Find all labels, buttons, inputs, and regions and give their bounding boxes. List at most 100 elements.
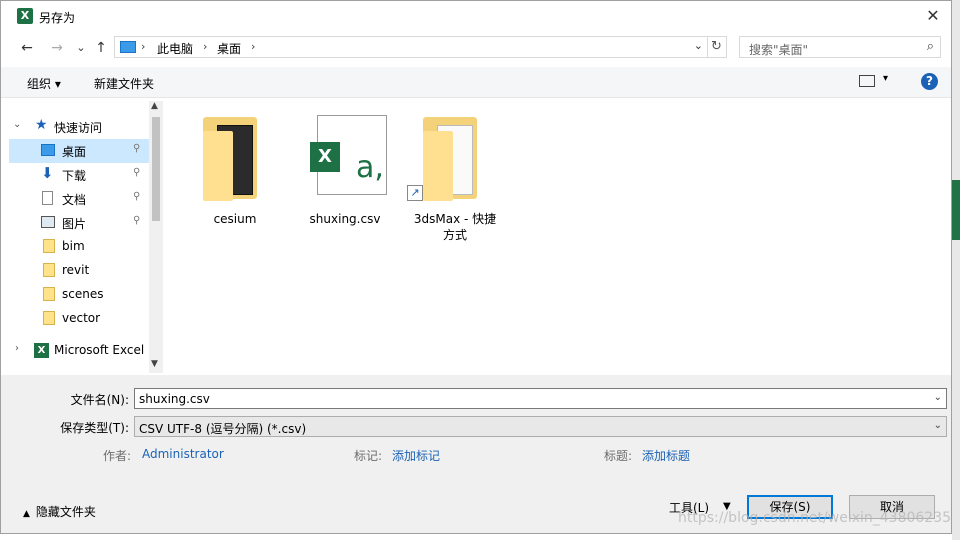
scrollbar-thumb[interactable] xyxy=(152,117,160,221)
excel-icon: X xyxy=(34,343,49,358)
file-name: cesium xyxy=(213,212,257,226)
navigation-bar: ← → ⌄ ↑ › 此电脑 › 桌面 › ⌄ ↻ 搜索"桌面" ⌕ xyxy=(1,34,951,62)
close-icon[interactable]: ✕ xyxy=(921,5,945,27)
star-icon: ★ xyxy=(35,117,48,133)
save-as-dialog: X 另存为 ✕ ← → ⌄ ↑ › 此电脑 › 桌面 › ⌄ ↻ 搜索"桌面" … xyxy=(0,0,952,534)
search-input[interactable]: 搜索"桌面" ⌕ xyxy=(739,36,941,58)
filename-label: 文件名(N): xyxy=(70,393,129,407)
sidebar-item-desktop[interactable]: 桌面 ⚲ xyxy=(9,139,149,163)
pin-icon: ⚲ xyxy=(133,191,141,202)
sidebar-item-quick-access[interactable]: ⌄ ★ 快速访问 xyxy=(9,115,149,139)
filetype-label: 保存类型(T): xyxy=(60,421,129,435)
title-bar: X 另存为 ✕ xyxy=(1,1,951,32)
refresh-icon[interactable]: ↻ xyxy=(707,36,727,58)
hide-folders-button[interactable]: ▲ 隐藏文件夹 xyxy=(23,503,96,520)
file-list: cesium X a, shuxing.csv ↗ 3dsMax - 快捷 方式 xyxy=(167,101,951,373)
new-folder-button[interactable]: 新建文件夹 xyxy=(94,75,154,92)
forward-arrow-icon[interactable]: → xyxy=(47,38,67,58)
breadcrumb-desktop[interactable]: 桌面 xyxy=(217,40,241,57)
shortcut-arrow-icon: ↗ xyxy=(407,185,423,201)
hide-folders-label: 隐藏文件夹 xyxy=(35,505,96,519)
author-label: 作者: xyxy=(103,449,132,463)
view-dropdown-icon[interactable]: ▾ xyxy=(883,73,888,84)
add-tags-link[interactable]: 添加标记 xyxy=(392,447,440,464)
view-options-icon[interactable] xyxy=(859,75,875,87)
sidebar-item-label: scenes xyxy=(62,287,104,301)
sidebar-item-bim[interactable]: bim xyxy=(9,235,149,259)
recent-locations-icon[interactable]: ⌄ xyxy=(71,38,91,58)
search-icon[interactable]: ⌕ xyxy=(927,39,934,54)
up-arrow-icon[interactable]: ↑ xyxy=(91,38,111,58)
filename-dropdown-icon[interactable]: ⌄ xyxy=(934,392,942,403)
csv-letter-icon: a, xyxy=(356,150,384,185)
this-pc-icon xyxy=(120,41,136,53)
filename-input[interactable]: shuxing.csv ⌄ xyxy=(134,388,947,409)
address-dropdown-icon[interactable]: ⌄ xyxy=(694,39,703,52)
back-arrow-icon[interactable]: ← xyxy=(17,38,37,58)
sidebar-item-documents[interactable]: 文档 ⚲ xyxy=(9,187,149,211)
breadcrumb-this-pc[interactable]: 此电脑 xyxy=(157,40,193,57)
file-item-shuxing-csv[interactable]: X a, shuxing.csv xyxy=(295,111,395,251)
collapse-chevron-icon[interactable]: ⌄ xyxy=(13,119,21,130)
filetype-dropdown-icon[interactable]: ⌄ xyxy=(934,420,942,431)
filetype-select[interactable]: CSV UTF-8 (逗号分隔) (*.csv) ⌄ xyxy=(134,416,947,437)
sidebar-item-vector[interactable]: vector xyxy=(9,307,149,331)
pin-icon: ⚲ xyxy=(133,215,141,226)
sidebar-item-label: 图片 xyxy=(62,217,87,231)
file-item-cesium[interactable]: cesium xyxy=(185,111,285,251)
help-icon[interactable]: ? xyxy=(921,73,938,90)
breadcrumb-separator-icon: › xyxy=(141,40,146,53)
watermark-text: https://blog.csdn.net/weixin_43806235 xyxy=(678,510,952,526)
sidebar-item-label: vector xyxy=(62,311,101,325)
file-name: shuxing.csv xyxy=(309,212,381,226)
sidebar-item-label: bim xyxy=(62,239,85,253)
file-item-3dsmax-shortcut[interactable]: ↗ 3dsMax - 快捷 方式 xyxy=(405,111,505,251)
author-link[interactable]: Administrator xyxy=(142,447,224,461)
pin-icon: ⚲ xyxy=(133,167,141,178)
organize-button[interactable]: 组织 ▾ xyxy=(27,75,61,92)
excel-app-icon: X xyxy=(17,8,33,24)
command-toolbar: 组织 ▾ 新建文件夹 ▾ ? xyxy=(1,67,951,98)
add-title-link[interactable]: 添加标题 xyxy=(642,447,690,464)
desktop-icon xyxy=(41,144,55,156)
address-bar[interactable]: › 此电脑 › 桌面 › ⌄ xyxy=(114,36,708,58)
screen: X 另存为 ✕ ← → ⌄ ↑ › 此电脑 › 桌面 › ⌄ ↻ 搜索"桌面" … xyxy=(0,0,960,540)
excel-badge-icon: X xyxy=(310,142,340,172)
background-window-strip xyxy=(952,0,960,540)
folder-icon xyxy=(43,239,55,253)
download-icon: ⬇ xyxy=(41,164,54,182)
file-name-line: 3dsMax - 快捷 xyxy=(413,212,497,226)
sidebar-item-label: 下载 xyxy=(62,169,87,183)
sidebar-item-revit[interactable]: revit xyxy=(9,259,149,283)
navigation-scrollbar[interactable]: ▲ ▼ xyxy=(149,101,163,373)
caret-up-icon: ▲ xyxy=(23,509,30,519)
folder-icon xyxy=(43,287,55,301)
csv-file-icon: X a, xyxy=(310,115,387,195)
sidebar-item-downloads[interactable]: ⬇ 下载 ⚲ xyxy=(9,163,149,187)
expand-chevron-icon[interactable]: › xyxy=(15,343,19,354)
sidebar-item-pictures[interactable]: 图片 ⚲ xyxy=(9,211,149,235)
breadcrumb-separator-icon: › xyxy=(251,40,256,53)
title-label: 标题: xyxy=(604,449,633,463)
file-name-line: 方式 xyxy=(442,228,467,242)
scroll-down-icon[interactable]: ▼ xyxy=(151,359,158,369)
tags-label: 标记: xyxy=(354,449,383,463)
scroll-up-icon[interactable]: ▲ xyxy=(151,101,158,111)
pin-icon: ⚲ xyxy=(133,143,141,154)
folder-icon xyxy=(203,117,261,201)
document-icon xyxy=(42,191,53,205)
sidebar-item-scenes[interactable]: scenes xyxy=(9,283,149,307)
file-name: 3dsMax - 快捷 方式 xyxy=(405,211,505,243)
folder-icon xyxy=(43,311,55,325)
folder-icon xyxy=(423,117,481,201)
filename-value: shuxing.csv xyxy=(139,392,210,406)
breadcrumb-separator-icon: › xyxy=(203,40,208,53)
sidebar-item-microsoft-excel[interactable]: › X Microsoft Excel xyxy=(9,339,149,363)
sidebar-item-label: Microsoft Excel xyxy=(54,343,145,357)
folder-icon xyxy=(43,263,55,277)
navigation-pane: ⌄ ★ 快速访问 桌面 ⚲ ⬇ 下载 ⚲ 文档 ⚲ 图片 ⚲ bim revit… xyxy=(9,101,163,373)
picture-icon xyxy=(41,216,55,228)
window-title: 另存为 xyxy=(39,11,76,25)
search-placeholder: 搜索"桌面" xyxy=(749,43,809,57)
filetype-value: CSV UTF-8 (逗号分隔) (*.csv) xyxy=(139,422,307,436)
